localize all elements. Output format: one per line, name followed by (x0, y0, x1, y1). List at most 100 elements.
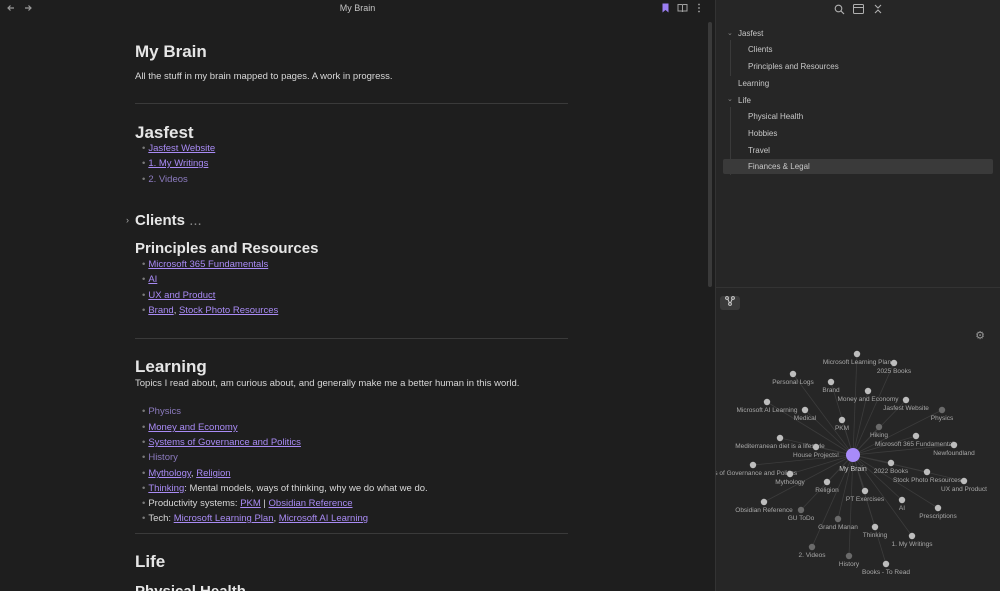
link-governance[interactable]: Systems of Governance and Politics (148, 437, 301, 448)
graph-node[interactable] (838, 416, 846, 424)
graph-center-node[interactable] (846, 448, 860, 462)
graph-node-label: UX and Product (941, 486, 987, 493)
graph-node-label: Hiking (870, 432, 888, 439)
link-ux[interactable]: UX and Product (148, 290, 215, 301)
graph-node-label: Grand Manan (818, 524, 858, 531)
graph-node[interactable] (786, 470, 794, 478)
graph-node[interactable] (912, 432, 920, 440)
link-obsidian-reference[interactable]: Obsidian Reference (269, 498, 353, 509)
heading-clients[interactable]: Clients ... (135, 212, 202, 229)
link-pkm[interactable]: PKM (240, 498, 261, 509)
list-item: Brand, Stock Photo Resources (142, 305, 278, 316)
graph-node[interactable] (797, 506, 805, 514)
graph-node[interactable] (834, 515, 842, 523)
graph-node[interactable] (960, 477, 968, 485)
thinking-description: : Mental models, ways of thinking, why w… (184, 483, 428, 494)
outline-item-travel[interactable]: Travel (748, 146, 770, 155)
graph-node-label: 2025 Books (877, 368, 912, 375)
graph-node-label: Religion (815, 487, 839, 494)
list-item: History (142, 452, 178, 463)
graph-node[interactable] (789, 370, 797, 378)
graph-node[interactable] (760, 498, 768, 506)
editor-pane: My Brain My Brain All the stuff in my br… (0, 0, 715, 591)
chevron-down-icon[interactable]: ⌄ (727, 29, 733, 37)
graph-node[interactable] (801, 406, 809, 414)
more-options-icon[interactable] (693, 3, 705, 15)
link-ms-ai-learning[interactable]: Microsoft AI Learning (279, 513, 368, 524)
graph-node[interactable] (871, 523, 879, 531)
outline-item-hobbies[interactable]: Hobbies (748, 129, 777, 138)
graph-node[interactable] (938, 406, 946, 414)
graph-node-label: 2. Videos (799, 552, 827, 559)
bookmark-icon[interactable] (659, 3, 671, 15)
collapsed-chevron-icon[interactable]: › (126, 215, 129, 225)
link-ms-learning-plan[interactable]: Microsoft Learning Plan (174, 513, 274, 524)
link-mythology[interactable]: Mythology (148, 468, 191, 479)
graph-node[interactable] (887, 459, 895, 467)
reading-mode-icon[interactable] (676, 3, 688, 15)
graph-icon[interactable] (720, 296, 740, 310)
editor-scrollbar[interactable] (708, 22, 712, 287)
collapse-icon[interactable] (872, 4, 884, 16)
graph-node[interactable] (875, 423, 883, 431)
graph-node-label: AI (899, 505, 905, 512)
graph-node[interactable] (763, 398, 771, 406)
graph-node[interactable] (923, 468, 931, 476)
link-videos[interactable]: 2. Videos (148, 174, 187, 185)
graph-node[interactable] (861, 487, 869, 495)
link-jasfest-website[interactable]: Jasfest Website (148, 143, 215, 154)
graph-node-label: Microsoft 365 Fundamentals (875, 441, 958, 448)
link-stock-photo[interactable]: Stock Photo Resources (179, 305, 278, 316)
outline-item-learning[interactable]: Learning (738, 79, 769, 88)
list-item: 2. Videos (142, 174, 187, 185)
outline-item-clients[interactable]: Clients (748, 45, 772, 54)
graph-node[interactable] (934, 504, 942, 512)
link-my-writings[interactable]: 1. My Writings (148, 158, 208, 169)
link-physics[interactable]: Physics (148, 406, 181, 417)
graph-node[interactable] (864, 387, 872, 395)
graph-node[interactable] (908, 532, 916, 540)
outline-item-life[interactable]: Life (738, 96, 751, 105)
graph-node[interactable] (902, 396, 910, 404)
graph-node[interactable] (845, 552, 853, 560)
editor-header: My Brain (0, 0, 715, 18)
outline-item-physical-health[interactable]: Physical Health (748, 112, 803, 121)
chevron-down-icon[interactable]: ⌄ (727, 95, 733, 103)
link-m365[interactable]: Microsoft 365 Fundamentals (148, 259, 268, 270)
graph-node[interactable] (776, 434, 784, 442)
graph-node[interactable] (853, 350, 861, 358)
layout-icon[interactable] (852, 4, 864, 16)
graph-node-label: PT Exercises (846, 496, 885, 503)
graph-node[interactable] (812, 443, 820, 451)
graph-node[interactable] (898, 496, 906, 504)
outline-item-jasfest[interactable]: Jasfest (738, 29, 763, 38)
list-item: Mythology, Religion (142, 468, 230, 479)
heading-principles: Principles and Resources (135, 240, 319, 257)
link-money[interactable]: Money and Economy (148, 422, 237, 433)
graph-node[interactable] (890, 359, 898, 367)
graph-node-label: Mediterranean diet is a lifestyle (735, 443, 825, 450)
graph-node[interactable] (950, 441, 958, 449)
graph-node[interactable] (808, 543, 816, 551)
graph-node[interactable] (749, 461, 757, 469)
graph-node-label: Physics (931, 415, 954, 422)
link-brand[interactable]: Brand (148, 305, 173, 316)
outline-item-finances[interactable]: Finances & Legal (748, 162, 810, 171)
link-history[interactable]: History (148, 452, 178, 463)
graph-node-label: GU ToDo (788, 515, 815, 522)
graph-edge (852, 409, 943, 456)
graph-node[interactable] (827, 378, 835, 386)
outline-item-principles[interactable]: Principles and Resources (748, 62, 839, 71)
graph-node-label: Prescriptions (919, 513, 957, 520)
heading-learning: Learning (135, 357, 207, 376)
link-religion[interactable]: Religion (196, 468, 230, 479)
local-graph[interactable]: Microsoft Learning Plan 2025 Books Persona… (716, 340, 1000, 591)
search-icon[interactable] (833, 4, 845, 16)
link-thinking[interactable]: Thinking (148, 483, 184, 494)
list-item: Productivity systems: PKM | Obsidian Ref… (142, 498, 353, 509)
link-ai[interactable]: AI (148, 274, 157, 285)
graph-node[interactable] (823, 478, 831, 486)
graph-node[interactable] (882, 560, 890, 568)
outline-guide (730, 40, 731, 76)
panel-divider[interactable] (716, 287, 1000, 288)
